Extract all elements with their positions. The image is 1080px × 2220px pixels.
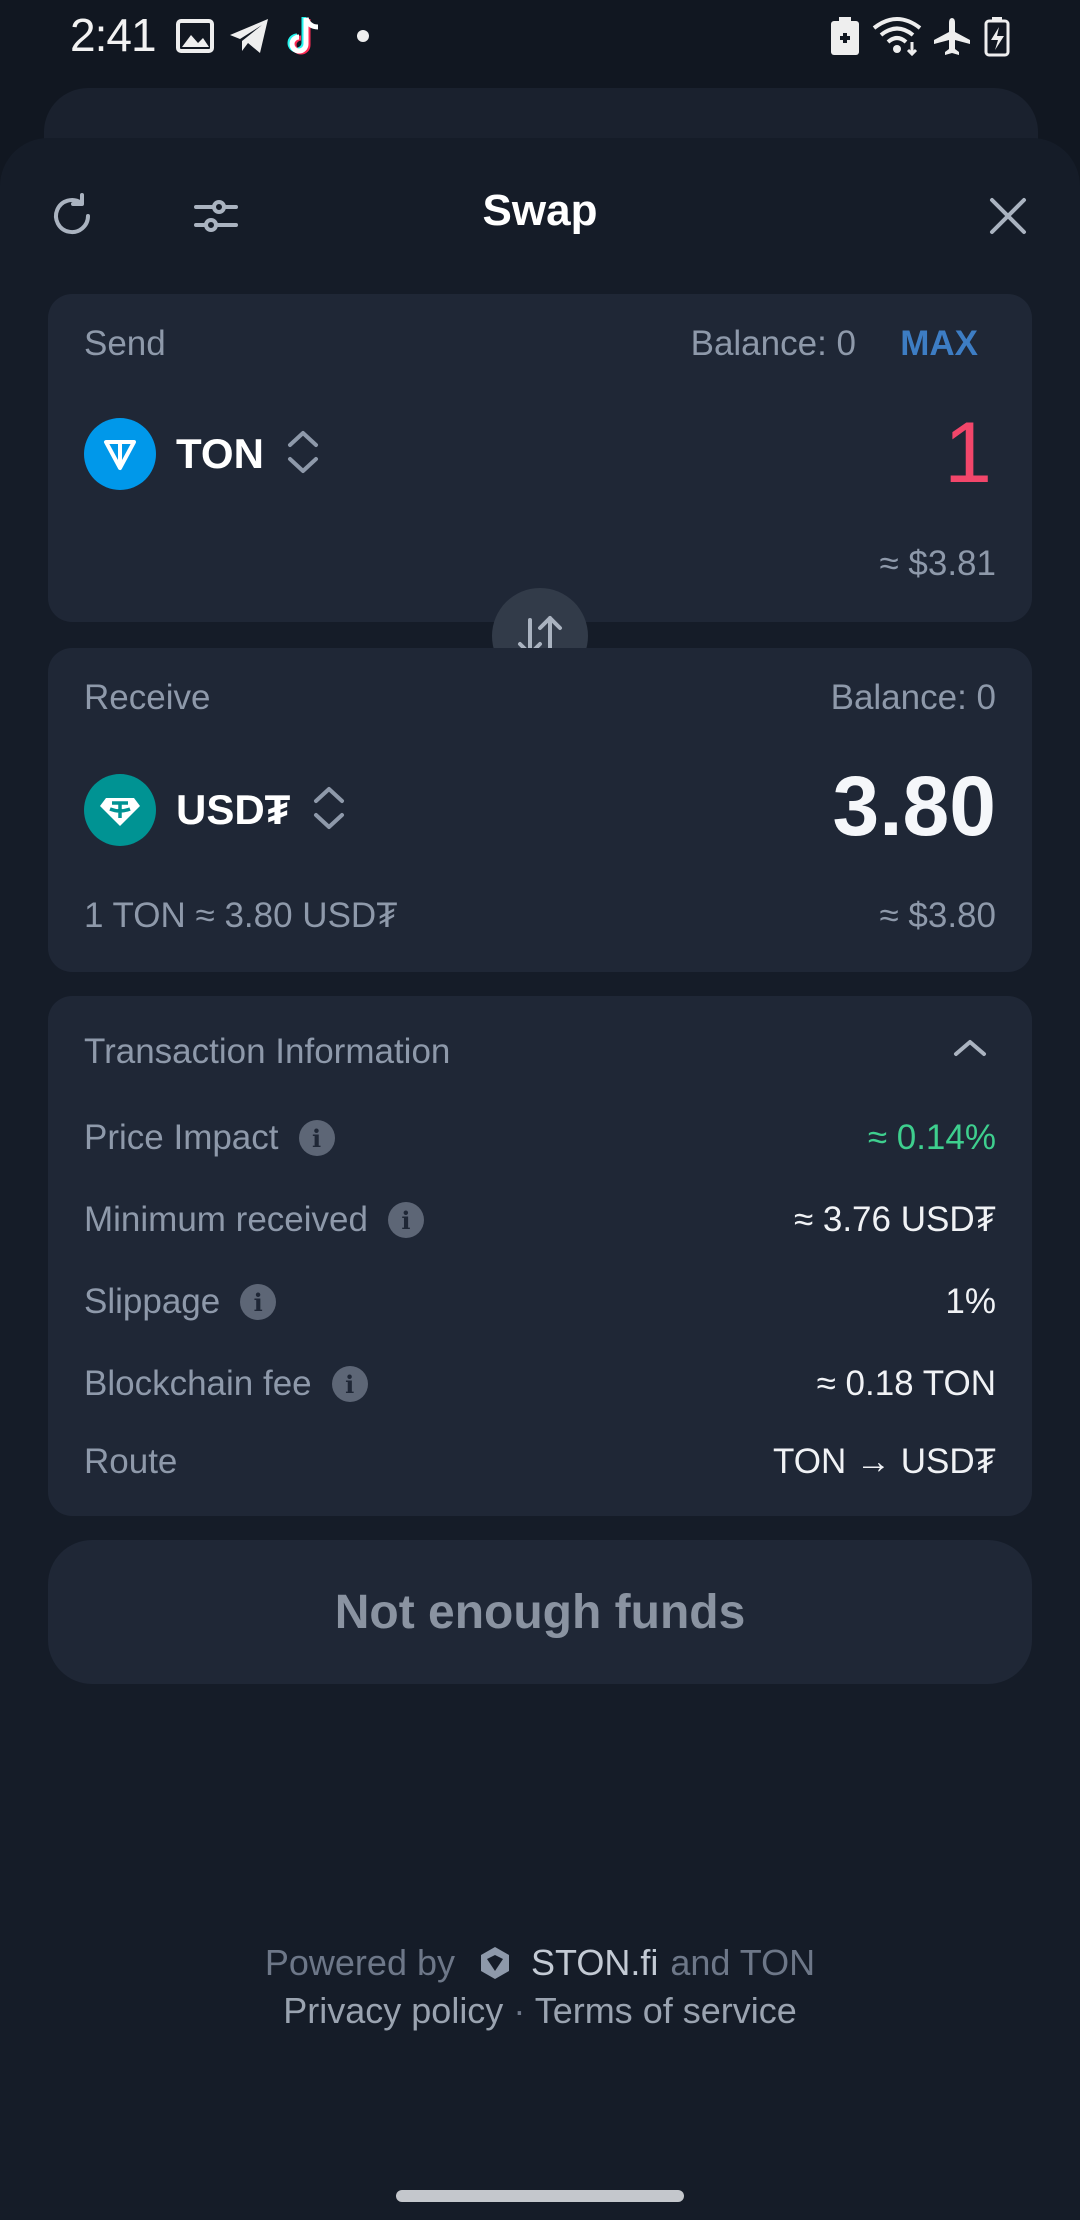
transaction-info-title: Transaction Information (84, 1032, 451, 1071)
and-ton-text: and TON (670, 1942, 816, 1983)
info-value: ≈ 0.18 TON (816, 1364, 996, 1403)
battery-icon (984, 14, 1010, 58)
exchange-rate: 1 TON ≈ 3.80 USD₮ (84, 896, 398, 935)
not-enough-funds-button[interactable]: Not enough funds (48, 1540, 1032, 1684)
close-icon (990, 198, 1026, 234)
send-label: Send (84, 324, 166, 363)
send-token-name: TON (176, 430, 264, 477)
status-time: 2:41 (70, 9, 157, 61)
info-row-minimum-received: Minimum received i ≈ 3.76 USD₮ (84, 1196, 996, 1244)
gallery-icon (176, 14, 214, 58)
footer-links: Privacy policy · Terms of service (0, 1990, 1080, 2032)
chevron-updown-icon (312, 784, 346, 837)
receive-token-selector[interactable]: USD₮ (84, 774, 346, 846)
battery-saver-icon (828, 14, 862, 58)
info-label: Price Impact (84, 1118, 279, 1157)
wifi-icon (872, 14, 922, 58)
stonfi-logo-icon (477, 1945, 513, 1981)
receive-balance: Balance: 0 (830, 678, 996, 717)
receive-token-name: USD₮ (176, 786, 291, 833)
info-value: ≈ 3.76 USD₮ (793, 1200, 996, 1239)
max-button[interactable]: MAX (900, 324, 978, 364)
info-icon[interactable]: i (240, 1284, 277, 1320)
receive-amount: 3.80 (832, 759, 997, 853)
info-icon[interactable]: i (298, 1120, 335, 1156)
info-label: Slippage (84, 1282, 221, 1321)
info-label: Blockchain fee (84, 1364, 312, 1403)
terms-of-service-link[interactable]: Terms of service (535, 1990, 797, 2031)
info-row-price-impact: Price Impact i ≈ 0.14% (84, 1114, 996, 1162)
airplane-icon (932, 14, 972, 58)
info-icon[interactable]: i (331, 1366, 368, 1402)
home-indicator[interactable] (396, 2190, 684, 2202)
receive-card: Receive Balance: 0 USD₮ 3.80 1 TON ≈ 3.8… (48, 648, 1032, 972)
info-value: TON → USD₮ (773, 1442, 996, 1481)
status-bar: 2:41 (0, 0, 1080, 70)
page-title: Swap (482, 186, 598, 235)
info-label: Route (84, 1442, 178, 1481)
powered-by-line: Powered by STON.fi and TON (0, 1942, 1080, 1984)
tiktok-icon (286, 14, 326, 58)
send-card: Send Balance: 0 MAX TON 1 ≈ $3.81 (48, 294, 1032, 622)
receive-usd-value: ≈ $3.80 (879, 896, 996, 935)
info-row-route: Route TON → USD₮ (84, 1438, 996, 1486)
collapse-chevron-up-icon[interactable] (952, 1034, 988, 1067)
send-usd-value: ≈ $3.81 (879, 544, 996, 583)
info-value: ≈ 0.14% (867, 1118, 996, 1157)
usdt-logo-icon (84, 774, 156, 846)
info-row-blockchain-fee: Blockchain fee i ≈ 0.18 TON (84, 1360, 996, 1408)
powered-by-text: Powered by (264, 1942, 455, 1983)
info-row-slippage: Slippage i 1% (84, 1278, 996, 1326)
info-value: 1% (945, 1282, 996, 1321)
receive-label: Receive (84, 678, 211, 717)
send-amount-input[interactable]: 1 (944, 404, 992, 503)
info-icon[interactable]: i (387, 1202, 424, 1238)
footer-separator: · (513, 1990, 526, 2031)
send-balance: Balance: 0 (690, 324, 856, 363)
stonfi-link[interactable]: STON.fi (531, 1942, 658, 1984)
dot-icon (356, 14, 370, 58)
privacy-policy-link[interactable]: Privacy policy (283, 1990, 503, 2031)
ton-logo-icon (84, 418, 156, 490)
info-label: Minimum received (84, 1200, 368, 1239)
telegram-icon (228, 14, 270, 58)
chevron-updown-icon (286, 428, 320, 481)
send-token-selector[interactable]: TON (84, 418, 320, 490)
close-button[interactable] (972, 180, 1044, 252)
